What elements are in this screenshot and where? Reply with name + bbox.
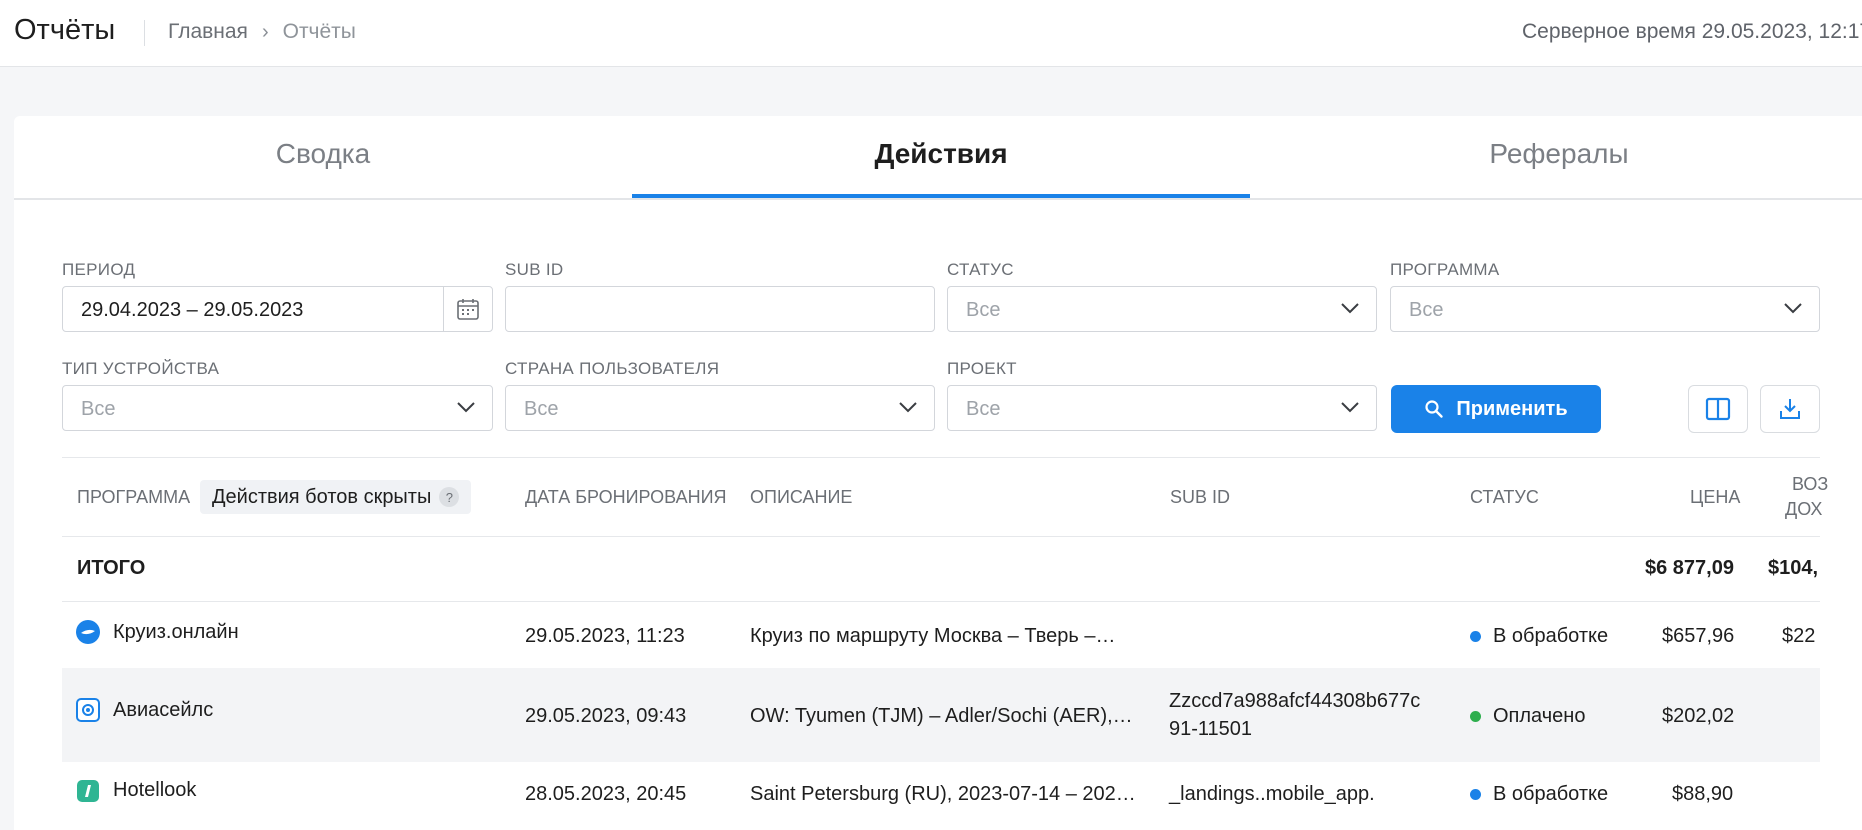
status-dot	[1470, 631, 1481, 642]
column-header-reward-line2[interactable]: ДОХ	[1785, 499, 1822, 520]
tab-referrals[interactable]: Рефералы	[1250, 116, 1862, 198]
page-title: Отчёты	[14, 14, 116, 46]
price: $202,02	[1662, 705, 1735, 727]
device-type-select-value: Все	[81, 398, 116, 420]
sub-id-label: SUB ID	[505, 260, 564, 279]
total-price: $6 877,09	[1645, 557, 1734, 579]
column-header-status[interactable]: СТАТУС	[1470, 487, 1539, 508]
booking-date: 29.05.2023, 11:23	[525, 625, 685, 647]
filters-divider	[62, 457, 1820, 458]
status-text: В обработке	[1493, 625, 1609, 647]
apply-button-label: Применить	[1456, 397, 1568, 420]
columns-button[interactable]	[1688, 385, 1748, 433]
column-header-program[interactable]: ПРОГРАММА	[77, 487, 190, 508]
program-name[interactable]: Авиасейлс	[113, 699, 213, 722]
download-icon	[1780, 399, 1800, 419]
title-divider	[144, 20, 145, 46]
program-name[interactable]: Круиз.онлайн	[113, 621, 239, 644]
breadcrumb-current: Отчёты	[282, 20, 356, 43]
field-divider	[443, 287, 444, 331]
user-country-select[interactable]: Все	[505, 385, 935, 431]
chevron-down-icon	[1341, 303, 1359, 314]
chevron-down-icon	[457, 402, 475, 413]
chevron-down-icon	[899, 402, 917, 413]
sub-id-input[interactable]	[505, 286, 935, 332]
total-label: ИТОГО	[77, 557, 146, 579]
hotellook-icon	[77, 780, 99, 802]
sub-id-line1: _landings..mobile_app.	[1169, 783, 1375, 805]
user-country-label: СТРАНА ПОЛЬЗОВАТЕЛЯ	[505, 359, 720, 378]
bots-hidden-label: Действия ботов скрыты	[212, 485, 432, 508]
table-row[interactable]: Круиз.онлайн 29.05.2023, 11:23 Круиз по …	[62, 602, 1820, 668]
program-select[interactable]: Все	[1390, 286, 1820, 332]
price: $657,96	[1662, 625, 1735, 647]
status-select[interactable]: Все	[947, 286, 1377, 332]
chevron-right-icon: ›	[261, 20, 269, 43]
columns-icon	[1705, 397, 1731, 421]
program-label: ПРОГРАММА	[1390, 260, 1500, 279]
reward: $22	[1782, 625, 1816, 647]
sub-id-line2: 91-11501	[1169, 718, 1253, 740]
search-icon	[1425, 400, 1444, 418]
calendar-icon[interactable]	[456, 297, 480, 321]
description: Saint Petersburg (RU), 2023-07-14 – 202…	[750, 783, 1136, 805]
device-type-label: ТИП УСТРОЙСТВА	[62, 359, 220, 378]
status-badge: Оплачено	[1470, 705, 1585, 728]
help-icon[interactable]: ?	[439, 487, 460, 507]
download-button[interactable]	[1760, 385, 1820, 433]
project-select-value: Все	[966, 398, 1001, 420]
description: OW: Tyumen (TJM) – Adler/Sochi (AER),…	[750, 705, 1133, 727]
booking-date: 29.05.2023, 09:43	[525, 705, 687, 727]
status-badge: В обработке	[1470, 783, 1608, 806]
description: Круиз по маршруту Москва – Тверь –…	[750, 625, 1116, 647]
booking-date: 28.05.2023, 20:45	[525, 783, 687, 805]
bots-hidden-chip[interactable]: Действия ботов скрыты ?	[200, 480, 472, 514]
cruise-icon	[76, 620, 100, 644]
tab-actions[interactable]: Действия	[632, 116, 1250, 198]
chevron-down-icon	[1341, 402, 1359, 413]
breadcrumb: Главная › Отчёты	[168, 20, 356, 44]
table-row[interactable]: Hotellook 28.05.2023, 20:45 Saint Peters…	[62, 762, 1820, 830]
aviasales-icon	[76, 698, 100, 722]
column-header-booking-date[interactable]: ДАТА БРОНИРОВАНИЯ	[525, 487, 727, 508]
period-value: 29.04.2023 – 29.05.2023	[81, 299, 304, 321]
breadcrumb-home-link[interactable]: Главная	[168, 20, 248, 44]
column-header-reward-line1[interactable]: ВОЗ	[1792, 474, 1828, 495]
chevron-down-icon	[1784, 303, 1802, 314]
program-select-value: Все	[1409, 299, 1444, 321]
tab-summary[interactable]: Сводка	[14, 116, 632, 198]
status-label: СТАТУС	[947, 260, 1014, 279]
header-divider	[62, 536, 1820, 537]
server-time: Серверное время 29.05.2023, 12:17	[1522, 20, 1862, 43]
status-text: Оплачено	[1493, 705, 1586, 727]
program-name[interactable]: Hotellook	[113, 779, 196, 802]
column-header-sub-id[interactable]: SUB ID	[1170, 487, 1230, 508]
project-label: ПРОЕКТ	[947, 359, 1017, 378]
total-reward: $104,	[1768, 557, 1819, 579]
active-tab-indicator	[632, 194, 1250, 198]
user-country-select-value: Все	[524, 398, 559, 420]
table-row[interactable]: Авиасейлс 29.05.2023, 09:43 OW: Tyumen (…	[62, 668, 1820, 762]
tab-bar: Сводка Действия Рефералы	[14, 116, 1862, 200]
top-bar: Отчёты Главная › Отчёты Серверное время …	[0, 0, 1862, 67]
status-badge: В обработке	[1470, 625, 1608, 648]
column-header-price[interactable]: ЦЕНА	[1690, 487, 1740, 508]
status-dot	[1470, 789, 1481, 800]
period-field[interactable]: 29.04.2023 – 29.05.2023	[62, 286, 493, 332]
status-select-value: Все	[966, 299, 1001, 321]
project-select[interactable]: Все	[947, 385, 1377, 431]
status-dot	[1470, 711, 1481, 722]
status-text: В обработке	[1493, 783, 1609, 805]
price: $88,90	[1672, 783, 1734, 805]
sub-id-line1: Zzccd7a988afcf44308b677c	[1169, 690, 1421, 712]
device-type-select[interactable]: Все	[62, 385, 493, 431]
period-label: ПЕРИОД	[62, 260, 136, 279]
column-header-description[interactable]: ОПИСАНИЕ	[750, 487, 852, 508]
apply-button[interactable]: Применить	[1391, 385, 1601, 433]
